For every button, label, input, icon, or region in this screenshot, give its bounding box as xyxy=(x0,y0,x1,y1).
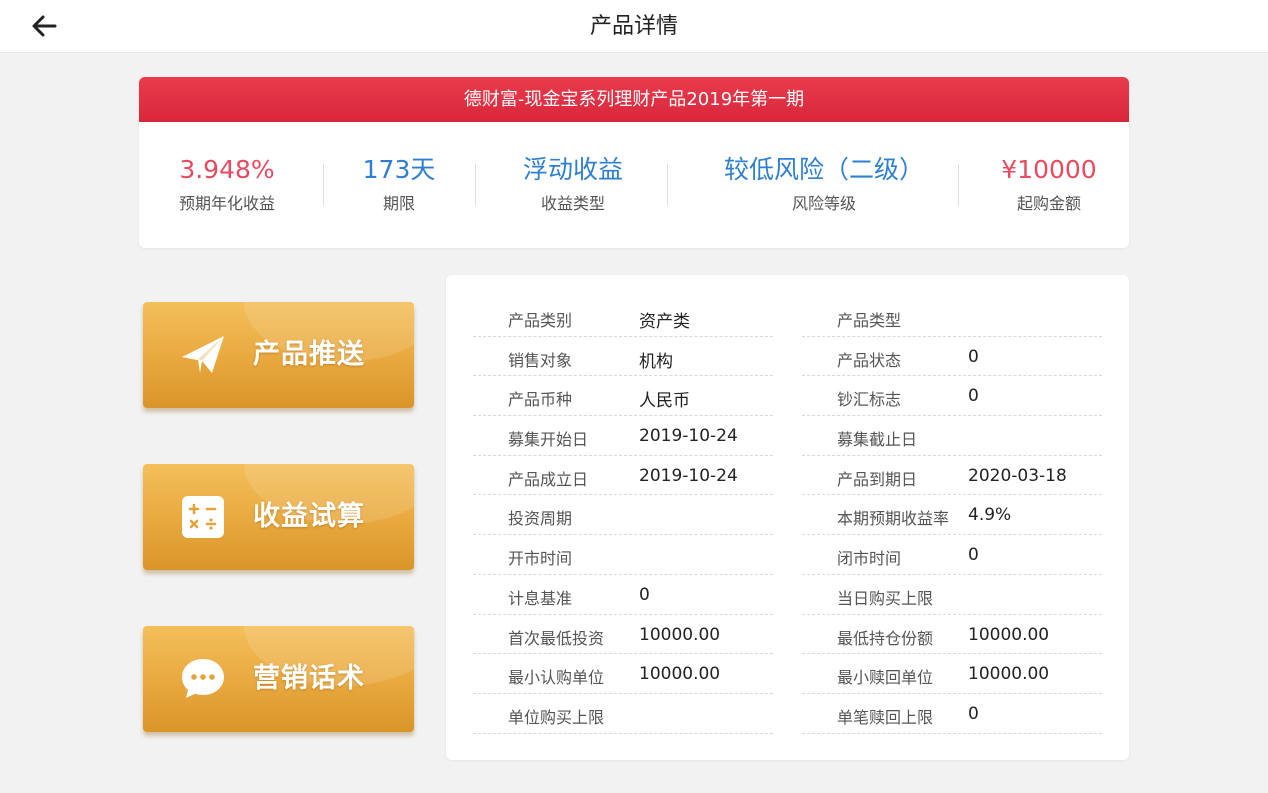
detail-key: 闭市时间 xyxy=(837,549,902,569)
marketing-script-button[interactable]: 营销话术 xyxy=(143,626,414,732)
stat-label: 收益类型 xyxy=(540,194,605,213)
detail-key: 计息基准 xyxy=(508,588,573,608)
product-stats: 3.948% 预期年化收益 173天 期限 浮动收益 收益类型 较低风险（二级）… xyxy=(139,122,1129,248)
stat-value: 3.948% xyxy=(179,155,275,184)
detail-value: 资产类 xyxy=(639,312,690,332)
product-push-button[interactable]: 产品推送 xyxy=(143,302,414,408)
detail-value: 人民币 xyxy=(639,391,690,412)
detail-column-right: 产品类型 产品状态 0 钞汇标志 0 募集截止日 产品到期日 2020-03-18 本… xyxy=(802,297,1102,734)
detail-value: 10000.00 xyxy=(639,664,721,685)
stat-value: ¥10000 xyxy=(1001,155,1097,184)
detail-value: 0 xyxy=(968,545,979,566)
detail-value: 机构 xyxy=(639,351,673,372)
stat-term: 173天 期限 xyxy=(344,153,454,214)
detail-row: 当日购买上限 xyxy=(802,575,1102,615)
page-title: 产品详情 xyxy=(589,14,678,39)
detail-row: 开市时间 xyxy=(473,535,773,575)
detail-value: 10000.00 xyxy=(639,624,721,645)
detail-value: 10000.00 xyxy=(968,664,1050,685)
product-summary-card: 德财富-现金宝系列理财产品2019年第一期 3.948% 预期年化收益 173天… xyxy=(139,77,1129,248)
button-label: 收益试算 xyxy=(253,501,365,532)
detail-key: 单笔赎回上限 xyxy=(837,707,934,727)
detail-key: 产品成立日 xyxy=(508,469,589,489)
detail-row: 产品类型 xyxy=(802,297,1102,337)
stat-risk-level: 较低风险（二级） 风险等级 xyxy=(706,153,942,214)
detail-value: 0 xyxy=(968,386,979,407)
detail-value: 2019-10-24 xyxy=(639,465,738,486)
detail-row: 产品类别 资产类 xyxy=(473,297,773,337)
detail-row: 最小认购单位 10000.00 xyxy=(473,654,773,694)
detail-key: 产品币种 xyxy=(508,390,573,410)
stat-value: 较低风险（二级） xyxy=(723,155,924,184)
detail-key: 首次最低投资 xyxy=(508,628,605,648)
stat-value: 173天 xyxy=(362,155,436,184)
detail-row: 产品到期日 2020-03-18 xyxy=(802,456,1102,496)
detail-value: 10000.00 xyxy=(968,624,1050,645)
product-detail-card: 产品类别 资产类 销售对象 机构 产品币种 人民币 募集开始日 2019-10-24 产… xyxy=(446,275,1129,760)
detail-row: 募集截止日 xyxy=(802,416,1102,456)
detail-key: 单位购买上限 xyxy=(508,707,605,727)
detail-value: 0 xyxy=(968,703,979,724)
detail-key: 开市时间 xyxy=(508,549,573,569)
detail-key: 募集截止日 xyxy=(837,430,918,450)
stat-label: 期限 xyxy=(382,194,415,213)
detail-key: 当日购买上限 xyxy=(837,588,934,608)
detail-key: 销售对象 xyxy=(508,350,573,370)
detail-row: 闭市时间 0 xyxy=(802,535,1102,575)
detail-key: 产品类别 xyxy=(508,311,573,330)
detail-key: 产品类型 xyxy=(837,311,902,330)
detail-value: 2019-10-24 xyxy=(639,426,738,447)
stat-label: 预期年化收益 xyxy=(178,194,275,213)
stat-value: 浮动收益 xyxy=(522,155,623,184)
detail-row: 钞汇标志 0 xyxy=(802,376,1102,417)
detail-key: 最低持仓份额 xyxy=(837,628,934,648)
yield-calculator-button[interactable]: 收益试算 xyxy=(143,464,414,570)
stat-yield-type: 浮动收益 收益类型 xyxy=(509,153,637,214)
detail-row: 本期预期收益率 4.9% xyxy=(802,495,1102,536)
divider xyxy=(323,164,324,206)
stat-expected-yield: 3.948% 预期年化收益 xyxy=(175,153,279,214)
button-label: 产品推送 xyxy=(253,339,365,370)
detail-value: 0 xyxy=(639,584,650,605)
paper-plane-icon xyxy=(179,332,227,378)
detail-value: 4.9% xyxy=(968,505,1012,526)
divider xyxy=(667,164,668,206)
detail-key: 产品到期日 xyxy=(837,469,918,489)
detail-key: 钞汇标志 xyxy=(837,390,902,410)
divider xyxy=(475,164,476,206)
detail-value: 0 xyxy=(968,346,979,367)
detail-row: 单笔赎回上限 0 xyxy=(802,694,1102,734)
detail-key: 募集开始日 xyxy=(508,430,589,450)
detail-key: 产品状态 xyxy=(837,350,902,370)
detail-row: 投资周期 xyxy=(473,495,773,536)
button-label: 营销话术 xyxy=(253,663,365,694)
detail-row: 最小赎回单位 10000.00 xyxy=(802,654,1102,694)
detail-row: 产品状态 0 xyxy=(802,337,1102,377)
stat-min-purchase: ¥10000 起购金额 xyxy=(997,153,1101,214)
stat-label: 起购金额 xyxy=(1016,194,1081,213)
detail-value: 2020-03-18 xyxy=(968,465,1067,486)
detail-row: 单位购买上限 xyxy=(473,694,773,734)
product-name: 德财富-现金宝系列理财产品2019年第一期 xyxy=(139,77,1129,122)
detail-row: 最低持仓份额 10000.00 xyxy=(802,615,1102,655)
detail-row: 首次最低投资 10000.00 xyxy=(473,615,773,655)
detail-key: 投资周期 xyxy=(508,509,573,529)
stat-label: 风险等级 xyxy=(791,194,856,213)
detail-key: 最小认购单位 xyxy=(508,668,605,688)
detail-row: 募集开始日 2019-10-24 xyxy=(473,416,773,456)
detail-row: 计息基准 0 xyxy=(473,575,773,615)
detail-column-left: 产品类别 资产类 销售对象 机构 产品币种 人民币 募集开始日 2019-10-24 产… xyxy=(473,297,773,734)
chat-bubble-icon xyxy=(179,656,227,702)
calculator-icon xyxy=(179,494,227,540)
detail-row: 产品成立日 2019-10-24 xyxy=(473,456,773,496)
detail-key: 本期预期收益率 xyxy=(837,509,950,529)
divider xyxy=(958,164,959,206)
detail-row: 销售对象 机构 xyxy=(473,337,773,377)
detail-row: 产品币种 人民币 xyxy=(473,376,773,417)
detail-key: 最小赎回单位 xyxy=(837,668,934,688)
top-bar: 产品详情 xyxy=(0,0,1268,53)
